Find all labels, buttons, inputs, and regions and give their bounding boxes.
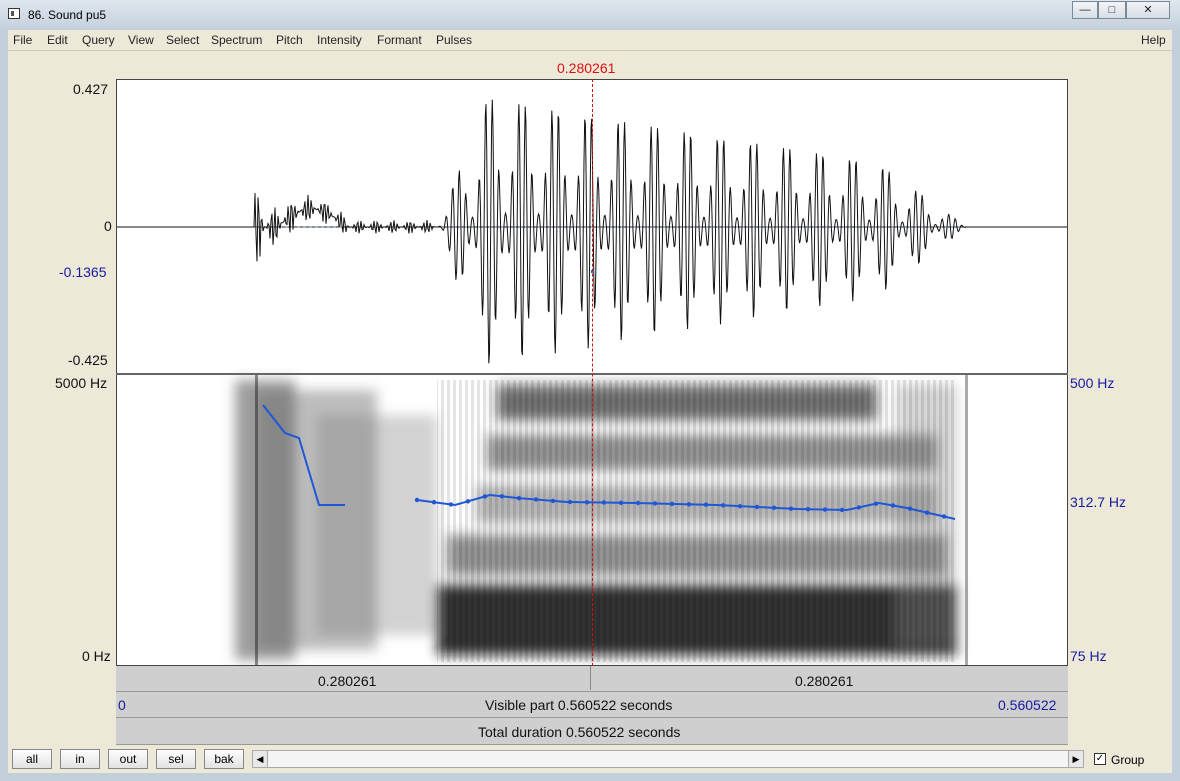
zoom-out-button[interactable]: out	[108, 749, 148, 769]
close-button[interactable]: ✕	[1126, 1, 1170, 19]
segment-bar[interactable]	[116, 666, 1068, 692]
spectrogram-bottom-freq-label: 0 Hz	[82, 648, 111, 664]
check-icon: ✓	[1095, 753, 1105, 764]
waveform-zero-label: 0	[104, 218, 112, 234]
pitch-cursor-label: 312.7 Hz	[1070, 494, 1127, 510]
pitch-top-label: 500 Hz	[1070, 375, 1115, 391]
right-segment-label[interactable]: 0.280261	[795, 673, 853, 689]
menu-edit[interactable]: Edit	[47, 33, 68, 47]
zoom-in-button[interactable]: in	[60, 749, 100, 769]
chevron-left-icon: ◀	[256, 754, 264, 764]
window-title: 86. Sound pu5	[28, 8, 107, 22]
menu-file[interactable]: File	[13, 33, 32, 47]
segment-separator	[590, 666, 591, 690]
title-bar: 86. Sound pu5 — □ ✕	[0, 0, 1180, 30]
visible-end-label: 0.560522	[998, 697, 1057, 713]
menu-bar: File Edit Query View Select Spectrum Pit…	[8, 30, 1172, 51]
scroll-right-button[interactable]: ▶	[1068, 750, 1084, 768]
app-icon	[8, 8, 20, 19]
spectrogram	[227, 375, 972, 665]
pitch-bottom-label: 75 Hz	[1070, 648, 1107, 664]
total-duration-label[interactable]: Total duration 0.560522 seconds	[478, 724, 680, 740]
zoom-back-button[interactable]: bak	[204, 749, 244, 769]
menu-formant[interactable]: Formant	[377, 33, 422, 47]
scroll-left-button[interactable]: ◀	[252, 750, 268, 768]
zoom-all-button[interactable]: all	[12, 749, 52, 769]
waveform-cursor-value-label: -0.1365	[59, 264, 107, 280]
menu-pitch[interactable]: Pitch	[276, 33, 303, 47]
menu-pulses[interactable]: Pulses	[436, 33, 472, 47]
time-scrollbar[interactable]	[252, 750, 1084, 768]
visible-part-label[interactable]: Visible part 0.560522 seconds	[485, 697, 672, 713]
menu-spectrum[interactable]: Spectrum	[211, 33, 262, 47]
group-checkbox[interactable]: ✓	[1094, 753, 1106, 765]
cursor-line	[592, 79, 593, 666]
maximize-icon: □	[1108, 4, 1116, 16]
maximize-button[interactable]: □	[1098, 1, 1126, 19]
menu-select[interactable]: Select	[166, 33, 199, 47]
menu-intensity[interactable]: Intensity	[317, 33, 362, 47]
minimize-icon: —	[1079, 4, 1091, 16]
zoom-selection-button[interactable]: sel	[156, 749, 196, 769]
spectrogram-top-freq-label: 5000 Hz	[55, 375, 108, 391]
menu-query[interactable]: Query	[82, 33, 115, 47]
waveform-max-label: 0.427	[73, 81, 109, 97]
waveform-min-label: -0.425	[68, 352, 108, 368]
visible-start-label: 0	[118, 697, 126, 713]
menu-view[interactable]: View	[128, 33, 154, 47]
group-label: Group	[1111, 753, 1145, 767]
close-icon: ✕	[1143, 4, 1153, 16]
left-segment-label[interactable]: 0.280261	[318, 673, 376, 689]
cursor-time-label: 0.280261	[557, 60, 616, 76]
minimize-button[interactable]: —	[1072, 1, 1098, 19]
menu-help[interactable]: Help	[1141, 33, 1166, 47]
chevron-right-icon: ▶	[1072, 754, 1080, 764]
